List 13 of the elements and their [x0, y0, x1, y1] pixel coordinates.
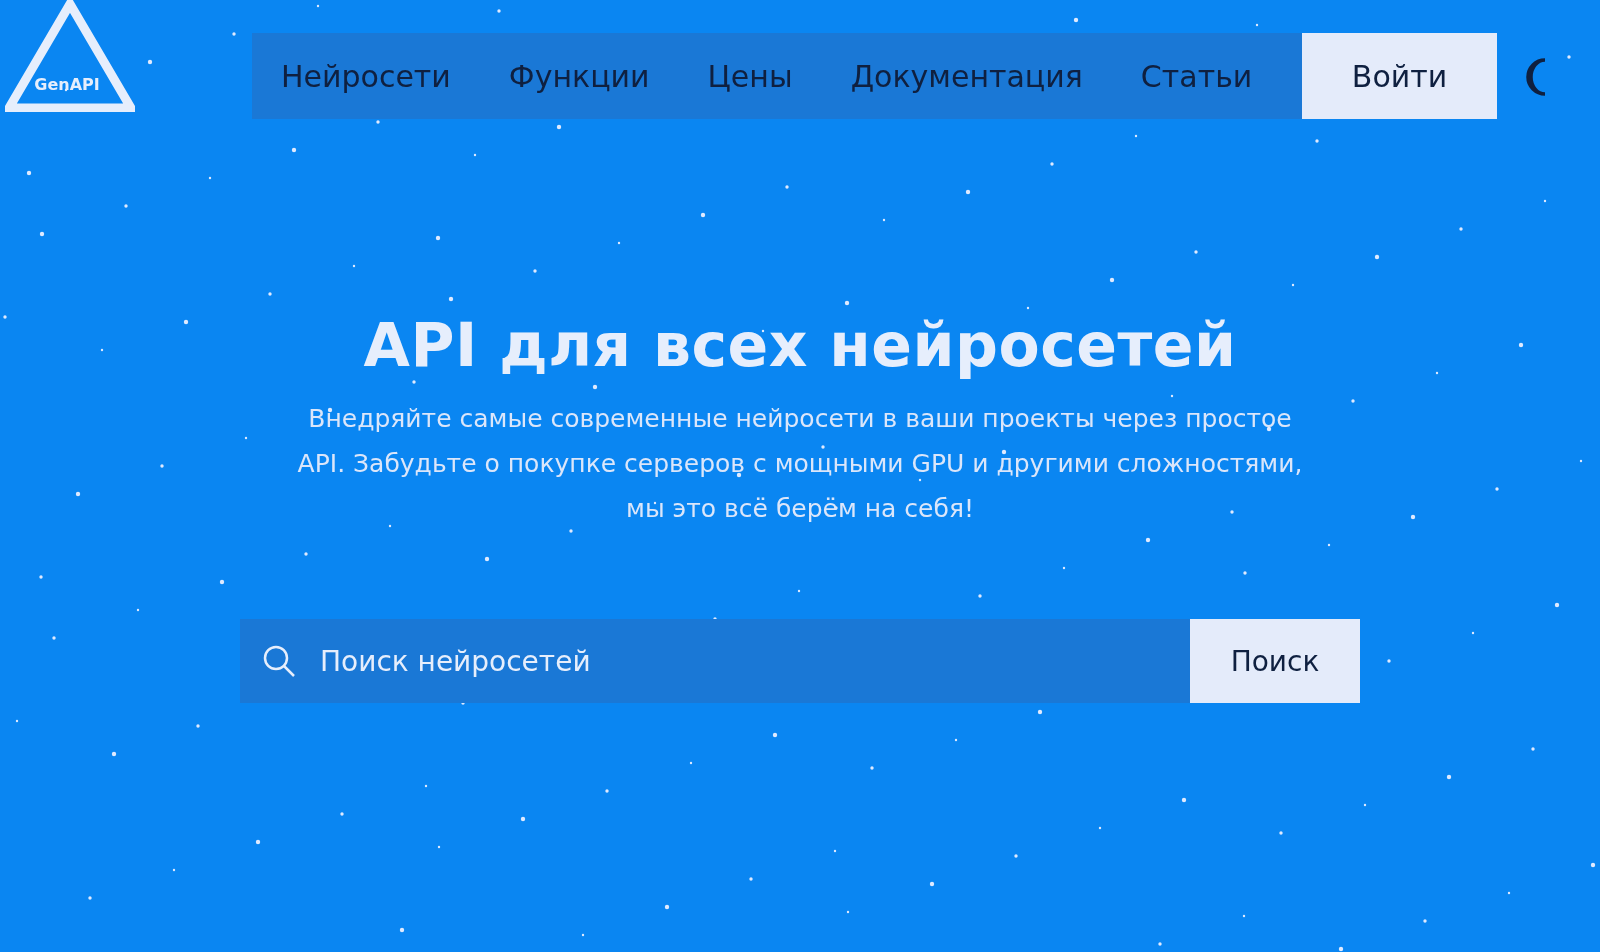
nav-link[interactable]: Цены [678, 33, 822, 119]
search-icon [262, 644, 296, 678]
login-button[interactable]: Войти [1302, 33, 1497, 119]
nav-link[interactable]: Документация [821, 33, 1112, 119]
nav-link[interactable]: Функции [479, 33, 679, 119]
nav-link[interactable]: Статьи [1111, 33, 1282, 119]
hero-title: API для всех нейросетей [363, 310, 1237, 380]
hero-description: Внедряйте самые современные нейросети в ваши проекты через простое API. Забудьте о покупке серверов с мощными GPU и другими сложностями, мы это всё берём на себя! [296, 403, 1304, 525]
search-input[interactable]: Поиск нейросетей [318, 643, 1190, 679]
nav-link[interactable]: Нейросети [252, 33, 480, 119]
search-field[interactable]: Поиск нейросетей [240, 619, 1190, 703]
search-button[interactable]: Поиск [1190, 619, 1360, 703]
logo[interactable]: GenAPI [5, 0, 135, 112]
